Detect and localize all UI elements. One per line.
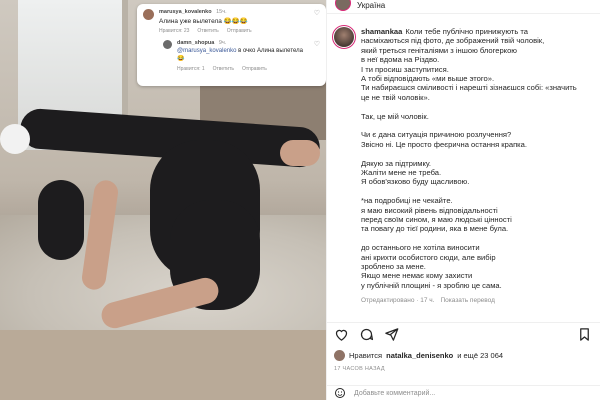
caption-line: Якщо мене немає кому захисти bbox=[361, 271, 473, 281]
caption-line: до останнього не хотіла виносити bbox=[361, 243, 480, 253]
caption-text: насміхаються під фото, де зображений тві… bbox=[361, 36, 577, 290]
comment-icon[interactable] bbox=[359, 327, 374, 342]
avatar bbox=[163, 40, 172, 49]
overlay-reply: damn_shopua 9ч. @marusya_kovalenko в очк… bbox=[163, 40, 320, 72]
post-media[interactable]: marusya_kovalenko 15ч. Алина уже вылетел… bbox=[0, 0, 326, 400]
overlay-reply-mention: @marusya_kovalenko bbox=[177, 48, 237, 54]
avatar bbox=[143, 9, 154, 20]
caption-line: Так, це мій чоловік. bbox=[361, 111, 429, 121]
likes-summary: Нравится natalka_denisenko и ещё 23 064 bbox=[334, 350, 503, 361]
caption-line: І ти просиш заступитися. bbox=[361, 64, 449, 74]
caption-line: перед своїм сином, я маю людські цінност… bbox=[361, 215, 512, 225]
caption-line: це не твій чоловік». bbox=[361, 92, 430, 102]
caption-line: Чи є дана ситуація причиною розлучення? bbox=[361, 130, 512, 140]
see-translation-link[interactable]: Показать перевод bbox=[441, 296, 495, 305]
overlay-comment-text: Алина уже вылетела 😂😂😂 bbox=[159, 18, 248, 25]
likes-label: Нравится bbox=[349, 351, 383, 360]
post-timestamp[interactable]: 17 ЧАСОВ НАЗАД bbox=[334, 366, 385, 372]
overlay-comment-time: 15ч. bbox=[216, 9, 227, 15]
bookmark-icon[interactable] bbox=[577, 327, 592, 342]
comment-screenshot: marusya_kovalenko 15ч. Алина уже вылетел… bbox=[137, 4, 326, 86]
comment-input[interactable]: Добавьте комментарий... bbox=[354, 390, 435, 397]
caption-line: зроблено за мене. bbox=[361, 262, 426, 272]
caption-line: Звісно ні. Це просто феєрична остання кр… bbox=[361, 139, 528, 149]
avatar[interactable] bbox=[335, 0, 351, 11]
action-bar bbox=[326, 322, 600, 346]
caption-line: у публічній площині - я зроблю це сама. bbox=[361, 280, 502, 290]
likes-count[interactable]: и ещё 23 064 bbox=[457, 351, 503, 360]
comment-bar: Добавьте комментарий... bbox=[326, 385, 600, 400]
caption-line: Ти набираєшся сміливості і нарешті зізна… bbox=[361, 83, 577, 93]
caption-line: який треться геніталіями з іншою блогерк… bbox=[361, 45, 517, 55]
caption-line: ані крихти особистого сюди, але вибір bbox=[361, 252, 496, 262]
caption-edited: Отредактировано · 17 ч. bbox=[361, 297, 435, 305]
emoji-icon[interactable] bbox=[334, 387, 346, 399]
person-leg-skin bbox=[280, 140, 320, 166]
caption-username[interactable]: shamankaa bbox=[361, 27, 402, 36]
overlay-reply-user: damn_shopua bbox=[177, 40, 215, 46]
post-location[interactable]: Україна bbox=[357, 1, 385, 10]
overlay-reply-reply: Ответить bbox=[212, 66, 234, 72]
floor bbox=[0, 330, 326, 400]
caption-line: я маю високий рівень відповідальності bbox=[361, 205, 498, 215]
caption-line: в неї вдома на Різдво. bbox=[361, 55, 440, 65]
caption-line: Я обов'язково буду щасливою. bbox=[361, 177, 470, 187]
heart-icon[interactable] bbox=[334, 327, 349, 342]
caption-line: Дякую за підтримку. bbox=[361, 158, 432, 168]
post-caption: shamankaa Коли тебе публічно принижують т… bbox=[332, 25, 592, 317]
share-icon[interactable] bbox=[384, 327, 399, 342]
caption-line: Жаліти мене не треба. bbox=[361, 168, 442, 178]
overlay-comment-reply: Ответить bbox=[197, 28, 219, 34]
overlay-reply-send: Отправить bbox=[242, 66, 267, 72]
person-head bbox=[38, 180, 84, 260]
overlay-reply-likes: Нравится: 1 bbox=[177, 66, 205, 72]
overlay-reply-time: 9ч. bbox=[218, 40, 227, 46]
caption-line: *на подробиці не чекайте. bbox=[361, 196, 453, 206]
caption-line: Коли тебе публічно принижують та bbox=[405, 27, 529, 36]
overlay-comment-likes: Нравится: 23 bbox=[159, 28, 190, 34]
heart-icon: ♡ bbox=[313, 10, 320, 17]
caption-line: А тобі відповідають «ми выше этого». bbox=[361, 74, 495, 84]
caption-line: та повагу до тієї родини, яка в мене бул… bbox=[361, 224, 509, 234]
overlay-comment: marusya_kovalenko 15ч. Алина уже вылетел… bbox=[143, 9, 320, 34]
heart-icon: ♡ bbox=[313, 41, 320, 48]
caption-line: насміхаються під фото, де зображений тві… bbox=[361, 36, 545, 46]
liker-username[interactable]: natalka_denisenko bbox=[386, 351, 453, 360]
person-foot bbox=[0, 124, 30, 154]
overlay-comment-send: Отправить bbox=[226, 28, 252, 34]
post-header: Україна bbox=[327, 0, 600, 14]
avatar[interactable] bbox=[332, 25, 356, 49]
avatar[interactable] bbox=[334, 350, 345, 361]
overlay-comment-user: marusya_kovalenko bbox=[159, 9, 212, 15]
